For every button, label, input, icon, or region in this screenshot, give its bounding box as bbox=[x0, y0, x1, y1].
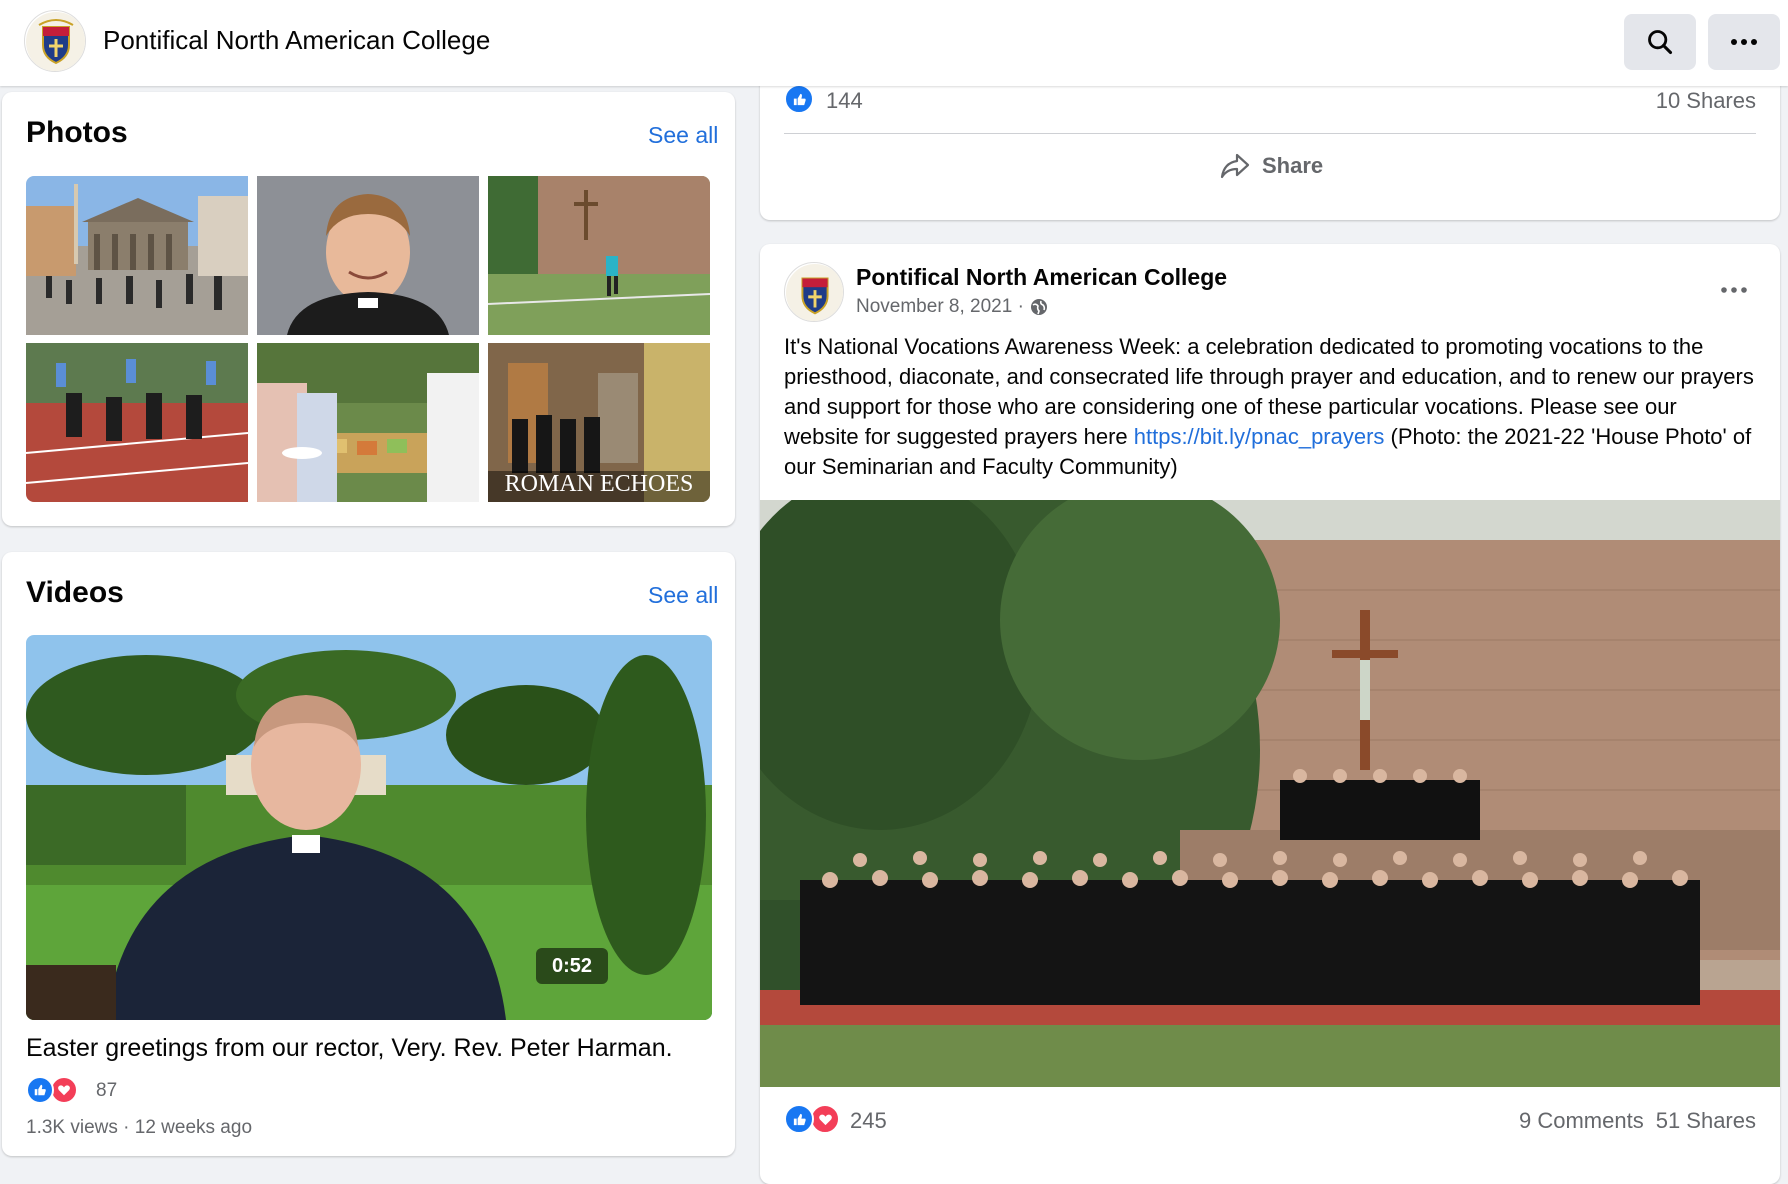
post-reaction-count: 245 bbox=[850, 1108, 887, 1133]
photo-soccer-field[interactable] bbox=[488, 176, 710, 335]
photo-roman-echoes[interactable]: ROMAN ECHOES bbox=[488, 343, 710, 502]
photos-card: Photos See all ROMAN ECHOES bbox=[2, 92, 735, 526]
photo-track-race[interactable] bbox=[26, 343, 248, 502]
video-thumbnail[interactable]: 0:52 bbox=[26, 635, 712, 1020]
photo-portrait[interactable] bbox=[257, 176, 479, 335]
like-reaction-icon bbox=[784, 1104, 814, 1134]
photo-pantheon[interactable] bbox=[26, 176, 248, 335]
search-icon bbox=[1648, 30, 1673, 55]
previous-post-shares[interactable]: 10 Shares bbox=[1656, 88, 1756, 114]
videos-see-all-link[interactable]: See all bbox=[648, 582, 718, 609]
photo-buffet[interactable] bbox=[257, 343, 479, 502]
previous-post-likes[interactable]: 144 bbox=[826, 88, 863, 114]
college-logo[interactable] bbox=[24, 10, 86, 72]
post-date[interactable]: November 8, 2021 · bbox=[856, 296, 1024, 318]
search-button[interactable] bbox=[1624, 14, 1696, 70]
share-icon bbox=[1220, 153, 1250, 179]
roman-echoes-overlay-text: ROMAN ECHOES bbox=[504, 471, 694, 497]
divider bbox=[784, 133, 1756, 134]
share-button[interactable]: Share bbox=[1220, 146, 1323, 186]
post-card: Pontifical North American College Novemb… bbox=[760, 244, 1780, 1184]
more-dots-icon bbox=[1731, 39, 1757, 45]
post-options-button[interactable] bbox=[1712, 270, 1756, 310]
video-reactions[interactable]: 87 bbox=[26, 1076, 146, 1106]
post-reactions[interactable]: 245 bbox=[784, 1104, 924, 1136]
video-reaction-count: 87 bbox=[96, 1080, 118, 1101]
post-author-name[interactable]: Pontifical North American College bbox=[856, 264, 1227, 291]
post-photo[interactable] bbox=[760, 500, 1780, 1087]
post-text: It's National Vocations Awareness Week: … bbox=[784, 332, 1756, 482]
page-title[interactable]: Pontifical North American College bbox=[103, 25, 490, 56]
post-shares-count[interactable]: 51 Shares bbox=[1656, 1108, 1756, 1134]
photos-heading: Photos bbox=[26, 116, 128, 149]
love-reaction-icon bbox=[50, 1076, 78, 1104]
globe-icon bbox=[1030, 299, 1047, 315]
photos-see-all-link[interactable]: See all bbox=[648, 122, 718, 149]
videos-heading: Videos bbox=[26, 576, 124, 609]
page-header: Pontifical North American College bbox=[0, 0, 1788, 86]
share-label: Share bbox=[1262, 153, 1324, 178]
video-caption[interactable]: Easter greetings from our rector, Very. … bbox=[26, 1034, 673, 1063]
post-link[interactable]: https://bit.ly/pnac_prayers bbox=[1134, 424, 1385, 449]
love-reaction-icon bbox=[810, 1104, 840, 1134]
video-duration: 0:52 bbox=[551, 954, 593, 977]
videos-card: Videos See all 0:52 Easter greetings fro… bbox=[2, 552, 735, 1156]
more-dots-icon bbox=[1721, 287, 1747, 293]
like-reaction-icon bbox=[26, 1076, 54, 1104]
post-meta: November 8, 2021 · bbox=[856, 294, 1048, 320]
post-author-avatar[interactable] bbox=[784, 262, 844, 322]
video-views-meta: 1.3K views · 12 weeks ago bbox=[26, 1117, 253, 1138]
more-options-button[interactable] bbox=[1708, 14, 1780, 70]
video-duration-badge: 0:52 bbox=[536, 948, 608, 984]
post-comments-count[interactable]: 9 Comments bbox=[1519, 1108, 1644, 1134]
like-reaction-icon[interactable] bbox=[784, 84, 814, 114]
post-engagement-counts: 9 Comments 51 Shares bbox=[1519, 1108, 1756, 1134]
